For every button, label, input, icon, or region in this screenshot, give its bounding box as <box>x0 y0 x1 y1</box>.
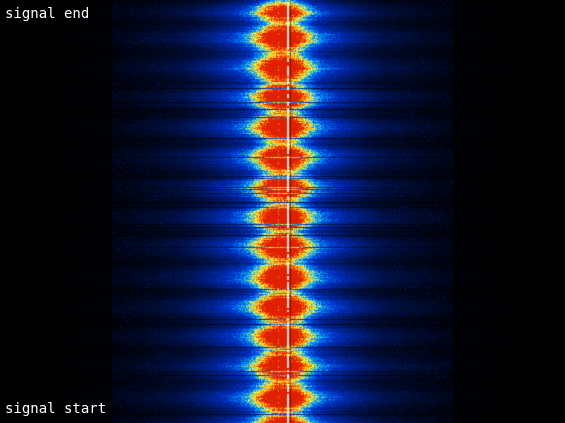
signal-end-label: signal end <box>5 6 90 22</box>
waterfall-display: signal end signal start <box>0 0 565 423</box>
signal-start-label: signal start <box>5 401 107 417</box>
spectrogram-canvas <box>0 0 565 423</box>
